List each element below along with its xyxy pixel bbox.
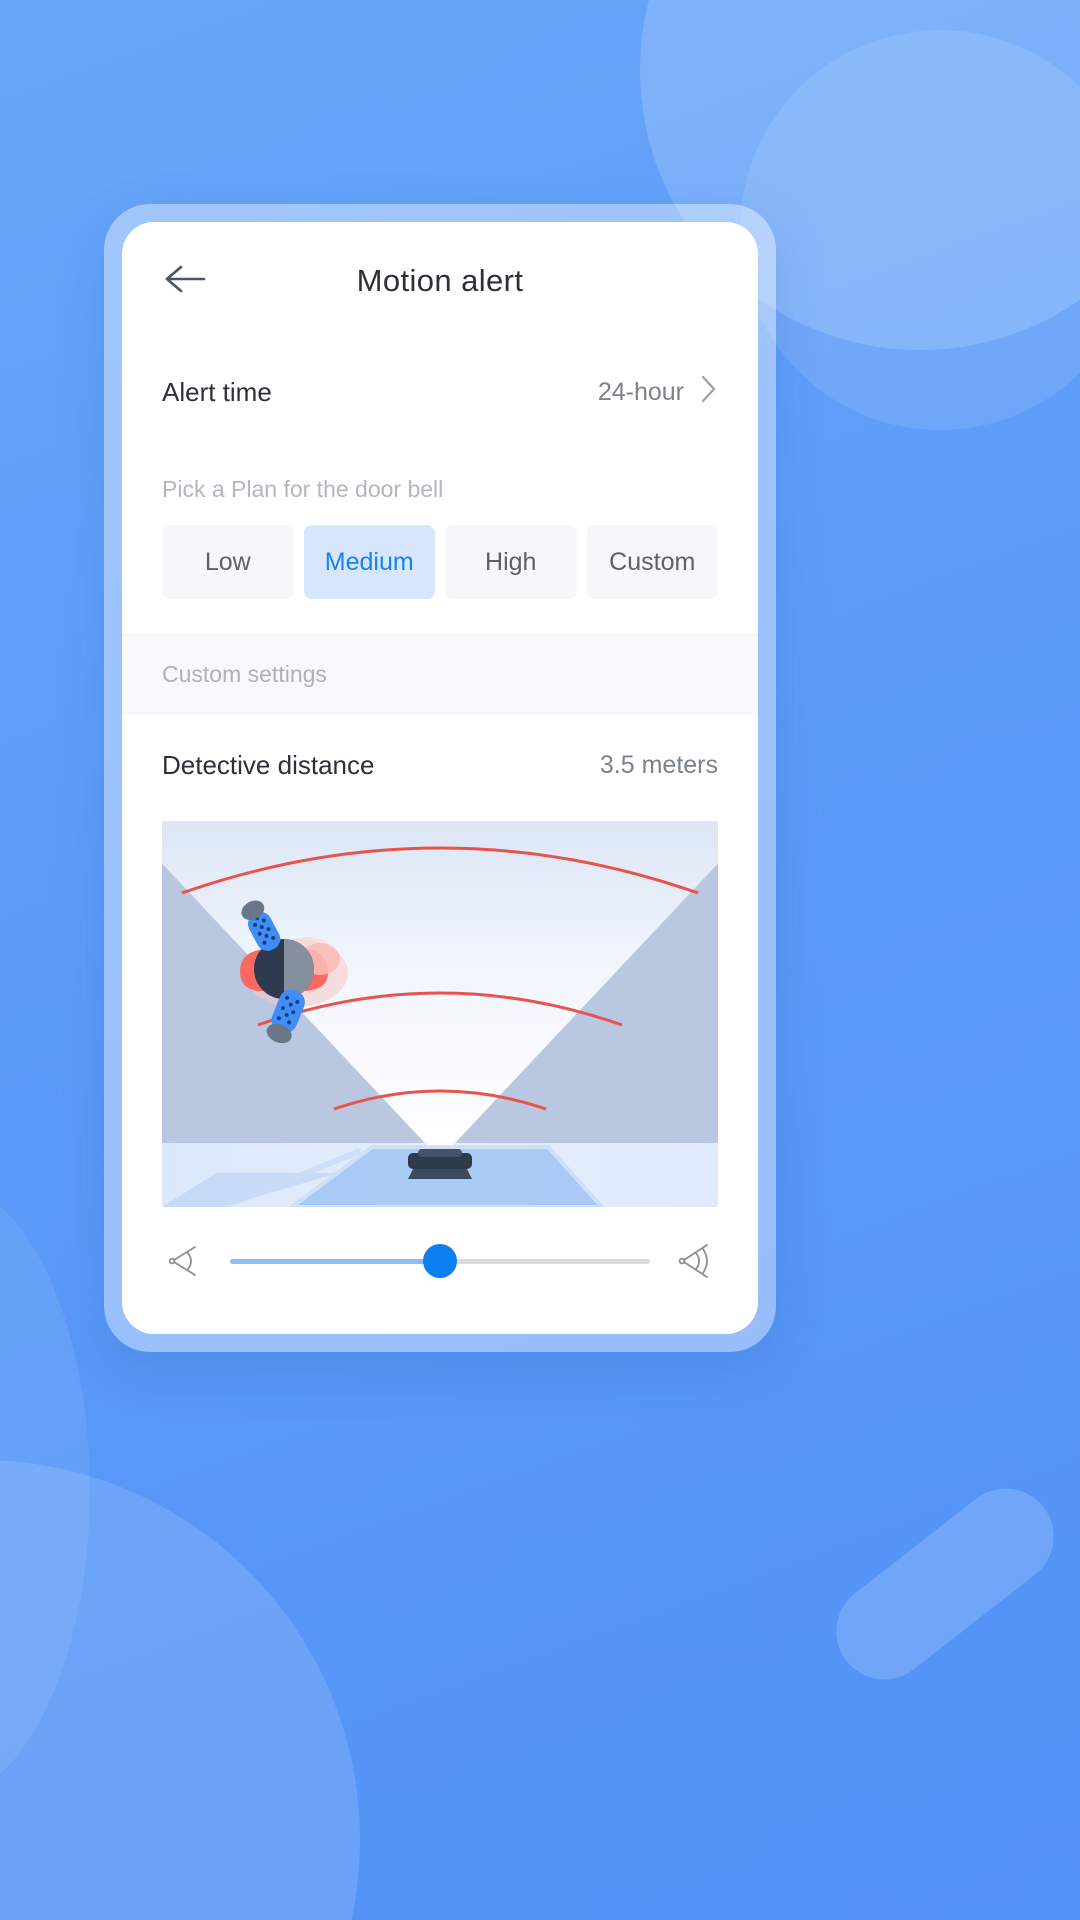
detective-distance-row: Detective distance 3.5 meters [162, 715, 718, 815]
alert-time-value: 24-hour [597, 377, 684, 406]
slider-track-fill [230, 1258, 440, 1264]
plan-option-high[interactable]: High [445, 525, 577, 599]
alert-time-value-group: 24-hour [598, 374, 718, 411]
narrow-angle-icon[interactable] [162, 1238, 208, 1284]
plan-option-low[interactable]: Low [162, 525, 294, 599]
page-title: Motion alert [356, 263, 524, 298]
custom-settings-section-header: Custom settings [122, 633, 758, 715]
detective-distance-section: Detective distance 3.5 meters [122, 715, 758, 815]
plan-option-medium-label: Medium [324, 547, 414, 576]
plan-option-low-label: Low [204, 547, 251, 576]
plan-option-medium[interactable]: Medium [303, 525, 435, 599]
phone-frame: Motion alert Alert time 24-hour Pick a P… [104, 204, 776, 1352]
detective-distance-slider-row [122, 1207, 758, 1315]
motion-sensitivity-row: Motion sensitivity Normal [162, 1315, 718, 1334]
arrow-left-icon [164, 264, 206, 299]
custom-settings-label: Custom settings [162, 660, 327, 687]
alert-time-label: Alert time [162, 376, 272, 407]
plan-option-custom[interactable]: Custom [586, 525, 718, 599]
alert-time-row[interactable]: Alert time 24-hour [162, 340, 718, 444]
plan-hint: Pick a Plan for the door bell [162, 476, 444, 502]
motion-sensitivity-section: Motion sensitivity Normal [122, 1315, 758, 1334]
detective-distance-value: 3.5 meters [599, 750, 718, 779]
plan-option-custom-label: Custom [609, 547, 696, 576]
back-button[interactable] [162, 258, 208, 304]
chevron-right-icon [700, 374, 718, 411]
detective-distance-slider[interactable] [230, 1244, 650, 1278]
detective-distance-label: Detective distance [162, 749, 375, 780]
slider-knob[interactable] [423, 1244, 457, 1278]
plan-options: Low Medium High Custom [162, 525, 718, 633]
alert-time-section: Alert time 24-hour [122, 340, 758, 444]
plan-option-high-label: High [485, 547, 537, 576]
wide-angle-icon[interactable] [672, 1238, 718, 1284]
title-bar: Motion alert [122, 222, 758, 340]
detection-cone-top-down-illustration [162, 821, 718, 1207]
plan-section: Pick a Plan for the door bell Low Medium… [122, 444, 758, 633]
decorative-streak-bottom-right [816, 1469, 1074, 1699]
phone-screen: Motion alert Alert time 24-hour Pick a P… [122, 222, 758, 1334]
